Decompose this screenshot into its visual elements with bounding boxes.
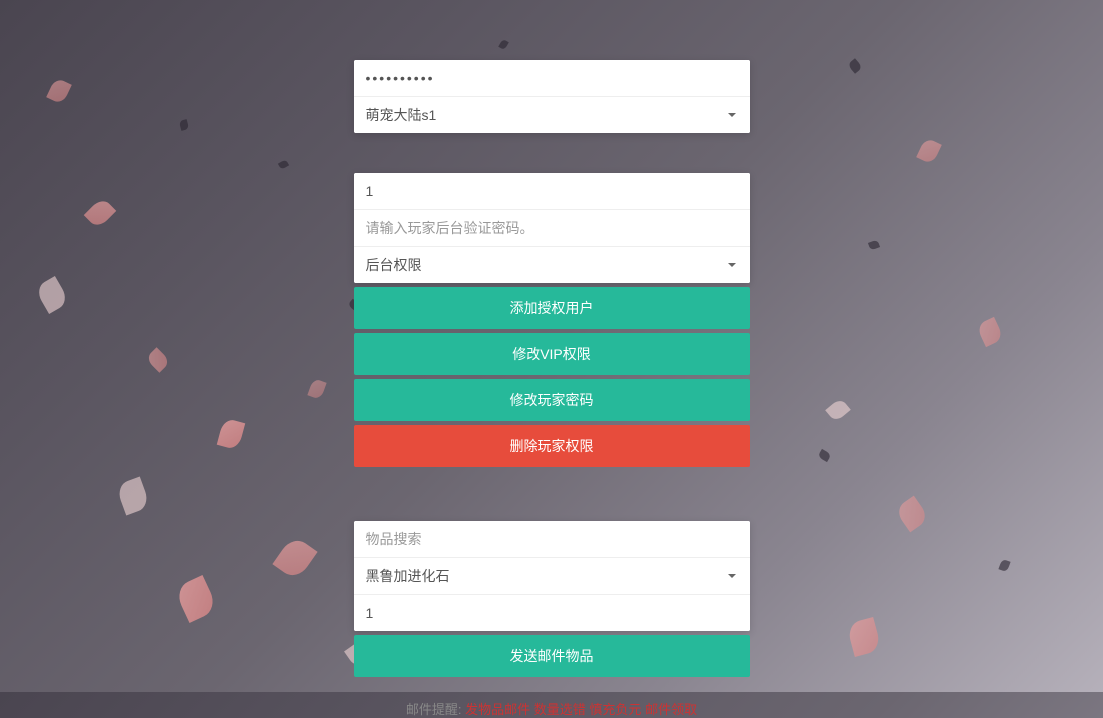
player-id-input[interactable] — [354, 173, 750, 210]
player-verify-input[interactable] — [354, 210, 750, 247]
delete-permission-button[interactable]: 删除玩家权限 — [354, 425, 750, 467]
item-search-input[interactable] — [354, 521, 750, 558]
modify-password-button[interactable]: 修改玩家密码 — [354, 379, 750, 421]
footer-warning-3: 邮件领取 — [645, 702, 697, 717]
permission-select[interactable]: 后台权限 — [354, 247, 750, 283]
main-container: 萌宠大陆s1 后台权限 添加授权用户 修改VIP权限 修改玩家密码 删除玩家权限… — [354, 0, 750, 718]
mail-panel: 黑鲁加进化石 — [354, 521, 750, 631]
footer-tip: 邮件提醒: 发物品邮件 数量选错 慎充负元 邮件领取 — [354, 699, 750, 718]
item-select[interactable]: 黑鲁加进化石 — [354, 558, 750, 595]
add-authorized-user-button[interactable]: 添加授权用户 — [354, 287, 750, 329]
send-mail-button[interactable]: 发送邮件物品 — [354, 635, 750, 677]
quantity-input[interactable] — [354, 595, 750, 631]
modify-vip-button[interactable]: 修改VIP权限 — [354, 333, 750, 375]
footer-warning-1: 发物品邮件 数量选错 — [465, 702, 586, 717]
action-button-group: 添加授权用户 修改VIP权限 修改玩家密码 删除玩家权限 — [354, 287, 750, 471]
auth-panel: 萌宠大陆s1 — [354, 60, 750, 133]
footer-warning-2: 慎充负元 — [589, 702, 641, 717]
admin-password-input[interactable] — [354, 60, 750, 97]
server-select[interactable]: 萌宠大陆s1 — [354, 97, 750, 133]
player-panel: 后台权限 — [354, 173, 750, 283]
footer-prefix: 邮件提醒: — [406, 702, 462, 717]
